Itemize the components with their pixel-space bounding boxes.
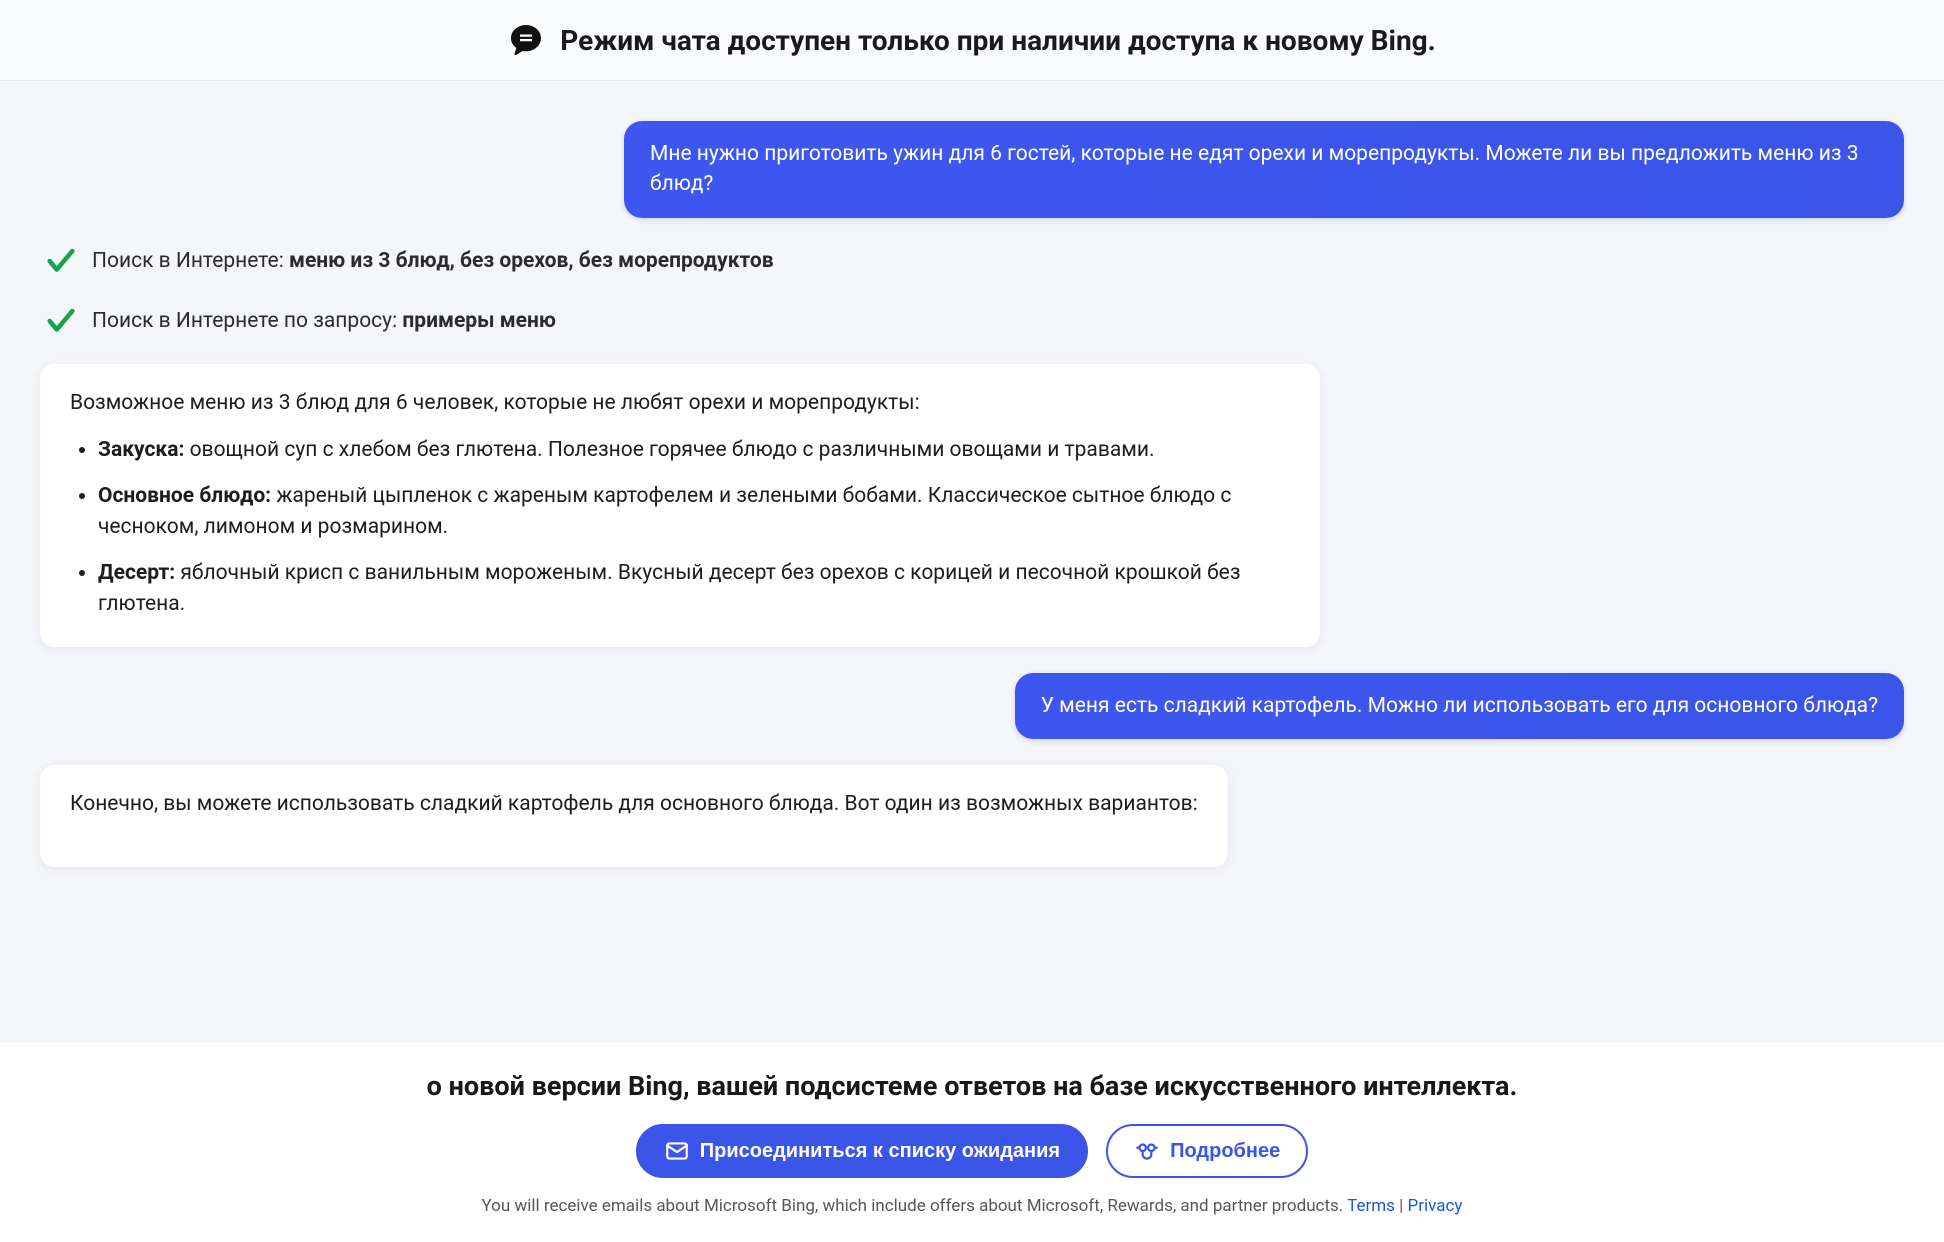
envelope-icon xyxy=(664,1138,690,1164)
footer-disclaimer: You will receive emails about Microsoft … xyxy=(0,1196,1944,1216)
menu-list: Закуска: овощной суп с хлебом без глютен… xyxy=(70,435,1290,621)
ai-brain-icon xyxy=(1134,1138,1160,1164)
chat-bubble-icon xyxy=(508,22,544,58)
item-label: Закуска: xyxy=(98,438,184,462)
learn-more-label: Подробнее xyxy=(1170,1140,1280,1163)
privacy-link[interactable]: Privacy xyxy=(1408,1196,1463,1216)
search-text: Поиск в Интернете по запросу: примеры ме… xyxy=(92,309,556,333)
search-query: примеры меню xyxy=(402,309,556,333)
search-prefix: Поиск в Интернете по запросу: xyxy=(92,309,402,333)
learn-more-button[interactable]: Подробнее xyxy=(1106,1124,1308,1178)
list-item: Десерт: яблочный крисп с ванильным морож… xyxy=(98,558,1290,621)
search-prefix: Поиск в Интернете: xyxy=(92,249,289,273)
separator: | xyxy=(1395,1196,1408,1216)
search-query: меню из 3 блюд, без орехов, без морепрод… xyxy=(289,249,774,273)
user-message: У меня есть сладкий картофель. Можно ли … xyxy=(1015,673,1904,739)
search-text: Поиск в Интернете: меню из 3 блюд, без о… xyxy=(92,249,774,273)
terms-link[interactable]: Terms xyxy=(1347,1196,1395,1216)
chat-area: Мне нужно приготовить ужин для 6 гостей,… xyxy=(0,81,1944,1043)
list-item: Основное блюдо: жареный цыпленок с жарен… xyxy=(98,481,1290,544)
disclaimer-text: You will receive emails about Microsoft … xyxy=(482,1196,1348,1216)
check-icon xyxy=(44,244,78,278)
assistant-message: Конечно, вы можете использовать сладкий … xyxy=(40,765,1228,867)
cta-row: Присоединиться к списку ожидания Подробн… xyxy=(0,1124,1944,1178)
list-item: Закуска: овощной суп с хлебом без глютен… xyxy=(98,435,1290,467)
join-waitlist-label: Присоединиться к списку ожидания xyxy=(700,1140,1060,1163)
topbar: Режим чата доступен только при наличии д… xyxy=(0,0,1944,81)
assistant-intro: Конечно, вы можете использовать сладкий … xyxy=(70,789,1198,821)
topbar-title: Режим чата доступен только при наличии д… xyxy=(560,24,1436,57)
item-label: Десерт: xyxy=(98,561,175,585)
footer: о новой версии Bing, вашей подсистеме от… xyxy=(0,1041,1944,1242)
join-waitlist-button[interactable]: Присоединиться к списку ожидания xyxy=(636,1124,1088,1178)
search-step: Поиск в Интернете по запросу: примеры ме… xyxy=(40,304,1904,338)
assistant-message: Возможное меню из 3 блюд для 6 человек, … xyxy=(40,364,1320,647)
item-body: яблочный крисп с ванильным мороженым. Вк… xyxy=(98,561,1240,617)
item-body: овощной суп с хлебом без глютена. Полезн… xyxy=(184,438,1154,462)
assistant-intro: Возможное меню из 3 блюд для 6 человек, … xyxy=(70,388,1290,420)
check-icon xyxy=(44,304,78,338)
item-label: Основное блюдо: xyxy=(98,484,271,508)
search-step: Поиск в Интернете: меню из 3 блюд, без о… xyxy=(40,244,1904,278)
user-message: Мне нужно приготовить ужин для 6 гостей,… xyxy=(624,121,1904,218)
footer-heading: о новой версии Bing, вашей подсистеме от… xyxy=(0,1070,1944,1102)
